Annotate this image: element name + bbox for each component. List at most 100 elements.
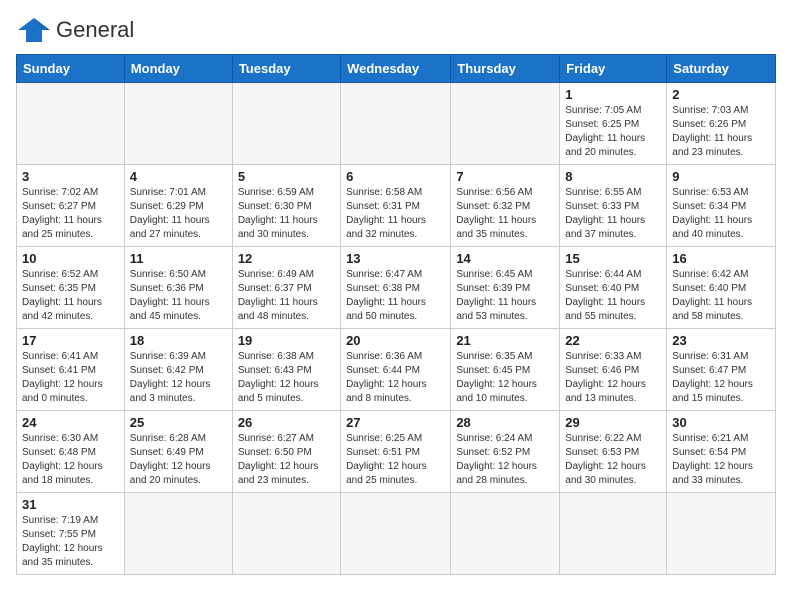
weekday-header-sunday: Sunday bbox=[17, 55, 125, 83]
day-number: 14 bbox=[456, 251, 554, 266]
calendar-cell: 10Sunrise: 6:52 AM Sunset: 6:35 PM Dayli… bbox=[17, 247, 125, 329]
calendar-cell: 13 Sunrise: 6:47 AM Sunset: 6:38 PM Dayli… bbox=[341, 247, 451, 329]
calendar-cell: 9Sunrise: 6:53 AM Sunset: 6:34 PM Daylig… bbox=[667, 165, 776, 247]
day-number: 2 bbox=[672, 87, 770, 102]
calendar-cell: 14 Sunrise: 6:45 AM Sunset: 6:39 PM Dayli… bbox=[451, 247, 560, 329]
day-info: Sunrise: 6:31 AM Sunset: 6:47 PM Dayligh… bbox=[672, 350, 770, 406]
day-info: Sunrise: 6:27 AM Sunset: 6:50 PM Dayligh… bbox=[238, 432, 335, 488]
day-number: 22 bbox=[565, 333, 661, 348]
day-info: Sunrise: 6:56 AM Sunset: 6:32 PM Dayligh… bbox=[456, 186, 554, 242]
header: General bbox=[16, 16, 776, 44]
day-info: Sunrise: 7:01 AM Sunset: 6:29 PM Dayligh… bbox=[130, 186, 227, 242]
day-info: Sunrise: 6:30 AM Sunset: 6:48 PM Dayligh… bbox=[22, 432, 119, 488]
calendar-cell: 17Sunrise: 6:41 AM Sunset: 6:41 PM Dayli… bbox=[17, 329, 125, 411]
day-info: Sunrise: 7:02 AM Sunset: 6:27 PM Dayligh… bbox=[22, 186, 119, 242]
calendar-cell: 4 Sunrise: 7:01 AM Sunset: 6:29 PM Daylig… bbox=[124, 165, 232, 247]
calendar-week-2: 10Sunrise: 6:52 AM Sunset: 6:35 PM Dayli… bbox=[17, 247, 776, 329]
calendar-cell: 2 Sunrise: 7:03 AM Sunset: 6:26 PM Daylig… bbox=[667, 83, 776, 165]
calendar-cell: 28 Sunrise: 6:24 AM Sunset: 6:52 PM Dayli… bbox=[451, 411, 560, 493]
day-info: Sunrise: 6:35 AM Sunset: 6:45 PM Dayligh… bbox=[456, 350, 554, 406]
weekday-header-friday: Friday bbox=[560, 55, 667, 83]
calendar-cell: 22Sunrise: 6:33 AM Sunset: 6:46 PM Dayli… bbox=[560, 329, 667, 411]
day-number: 3 bbox=[22, 169, 119, 184]
weekday-header-saturday: Saturday bbox=[667, 55, 776, 83]
day-number: 30 bbox=[672, 415, 770, 430]
weekday-header-thursday: Thursday bbox=[451, 55, 560, 83]
logo: General bbox=[16, 16, 134, 44]
weekday-header-tuesday: Tuesday bbox=[232, 55, 340, 83]
day-info: Sunrise: 6:47 AM Sunset: 6:38 PM Dayligh… bbox=[346, 268, 445, 324]
day-info: Sunrise: 6:38 AM Sunset: 6:43 PM Dayligh… bbox=[238, 350, 335, 406]
day-number: 13 bbox=[346, 251, 445, 266]
calendar-cell: 30Sunrise: 6:21 AM Sunset: 6:54 PM Dayli… bbox=[667, 411, 776, 493]
day-number: 16 bbox=[672, 251, 770, 266]
calendar-cell: 27 Sunrise: 6:25 AM Sunset: 6:51 PM Dayli… bbox=[341, 411, 451, 493]
calendar-cell bbox=[451, 83, 560, 165]
calendar-cell: 20 Sunrise: 6:36 AM Sunset: 6:44 PM Dayli… bbox=[341, 329, 451, 411]
day-info: Sunrise: 6:44 AM Sunset: 6:40 PM Dayligh… bbox=[565, 268, 661, 324]
calendar-week-0: 1 Sunrise: 7:05 AM Sunset: 6:25 PM Daylig… bbox=[17, 83, 776, 165]
day-number: 25 bbox=[130, 415, 227, 430]
logo-text: General bbox=[56, 17, 134, 43]
day-info: Sunrise: 6:58 AM Sunset: 6:31 PM Dayligh… bbox=[346, 186, 445, 242]
calendar-cell bbox=[17, 83, 125, 165]
day-info: Sunrise: 6:39 AM Sunset: 6:42 PM Dayligh… bbox=[130, 350, 227, 406]
day-info: Sunrise: 6:25 AM Sunset: 6:51 PM Dayligh… bbox=[346, 432, 445, 488]
day-number: 17 bbox=[22, 333, 119, 348]
calendar-cell: 25Sunrise: 6:28 AM Sunset: 6:49 PM Dayli… bbox=[124, 411, 232, 493]
day-info: Sunrise: 6:53 AM Sunset: 6:34 PM Dayligh… bbox=[672, 186, 770, 242]
day-info: Sunrise: 6:52 AM Sunset: 6:35 PM Dayligh… bbox=[22, 268, 119, 324]
calendar-week-4: 24 Sunrise: 6:30 AM Sunset: 6:48 PM Dayli… bbox=[17, 411, 776, 493]
day-number: 18 bbox=[130, 333, 227, 348]
calendar-cell bbox=[341, 83, 451, 165]
day-number: 5 bbox=[238, 169, 335, 184]
day-number: 15 bbox=[565, 251, 661, 266]
calendar-cell: 6 Sunrise: 6:58 AM Sunset: 6:31 PM Daylig… bbox=[341, 165, 451, 247]
calendar-week-5: 31Sunrise: 7:19 AM Sunset: 7:55 PM Dayli… bbox=[17, 493, 776, 575]
day-number: 28 bbox=[456, 415, 554, 430]
day-number: 23 bbox=[672, 333, 770, 348]
calendar-cell: 11Sunrise: 6:50 AM Sunset: 6:36 PM Dayli… bbox=[124, 247, 232, 329]
day-info: Sunrise: 6:45 AM Sunset: 6:39 PM Dayligh… bbox=[456, 268, 554, 324]
calendar-cell bbox=[232, 83, 340, 165]
day-number: 24 bbox=[22, 415, 119, 430]
calendar-cell: 21 Sunrise: 6:35 AM Sunset: 6:45 PM Dayli… bbox=[451, 329, 560, 411]
day-number: 27 bbox=[346, 415, 445, 430]
calendar-cell bbox=[560, 493, 667, 575]
calendar-week-1: 3 Sunrise: 7:02 AM Sunset: 6:27 PM Daylig… bbox=[17, 165, 776, 247]
day-info: Sunrise: 6:59 AM Sunset: 6:30 PM Dayligh… bbox=[238, 186, 335, 242]
day-info: Sunrise: 6:24 AM Sunset: 6:52 PM Dayligh… bbox=[456, 432, 554, 488]
calendar-cell: 31Sunrise: 7:19 AM Sunset: 7:55 PM Dayli… bbox=[17, 493, 125, 575]
calendar-cell: 1 Sunrise: 7:05 AM Sunset: 6:25 PM Daylig… bbox=[560, 83, 667, 165]
calendar-cell: 24 Sunrise: 6:30 AM Sunset: 6:48 PM Dayli… bbox=[17, 411, 125, 493]
calendar-cell bbox=[341, 493, 451, 575]
day-number: 26 bbox=[238, 415, 335, 430]
calendar-cell: 3 Sunrise: 7:02 AM Sunset: 6:27 PM Daylig… bbox=[17, 165, 125, 247]
day-info: Sunrise: 6:42 AM Sunset: 6:40 PM Dayligh… bbox=[672, 268, 770, 324]
day-info: Sunrise: 6:22 AM Sunset: 6:53 PM Dayligh… bbox=[565, 432, 661, 488]
calendar-week-3: 17Sunrise: 6:41 AM Sunset: 6:41 PM Dayli… bbox=[17, 329, 776, 411]
calendar-cell: 7 Sunrise: 6:56 AM Sunset: 6:32 PM Daylig… bbox=[451, 165, 560, 247]
day-number: 19 bbox=[238, 333, 335, 348]
day-number: 31 bbox=[22, 497, 119, 512]
calendar-cell: 12Sunrise: 6:49 AM Sunset: 6:37 PM Dayli… bbox=[232, 247, 340, 329]
calendar-cell: 23 Sunrise: 6:31 AM Sunset: 6:47 PM Dayli… bbox=[667, 329, 776, 411]
day-info: Sunrise: 7:05 AM Sunset: 6:25 PM Dayligh… bbox=[565, 104, 661, 160]
logo-general-text: General bbox=[56, 17, 134, 42]
day-number: 8 bbox=[565, 169, 661, 184]
day-number: 4 bbox=[130, 169, 227, 184]
day-info: Sunrise: 7:03 AM Sunset: 6:26 PM Dayligh… bbox=[672, 104, 770, 160]
calendar-cell bbox=[451, 493, 560, 575]
day-number: 21 bbox=[456, 333, 554, 348]
day-number: 12 bbox=[238, 251, 335, 266]
day-number: 6 bbox=[346, 169, 445, 184]
calendar-cell: 26 Sunrise: 6:27 AM Sunset: 6:50 PM Dayli… bbox=[232, 411, 340, 493]
day-number: 7 bbox=[456, 169, 554, 184]
day-number: 1 bbox=[565, 87, 661, 102]
day-info: Sunrise: 6:36 AM Sunset: 6:44 PM Dayligh… bbox=[346, 350, 445, 406]
day-number: 11 bbox=[130, 251, 227, 266]
day-info: Sunrise: 6:55 AM Sunset: 6:33 PM Dayligh… bbox=[565, 186, 661, 242]
calendar-cell: 29Sunrise: 6:22 AM Sunset: 6:53 PM Dayli… bbox=[560, 411, 667, 493]
calendar-header-row: SundayMondayTuesdayWednesdayThursdayFrid… bbox=[17, 55, 776, 83]
day-number: 20 bbox=[346, 333, 445, 348]
